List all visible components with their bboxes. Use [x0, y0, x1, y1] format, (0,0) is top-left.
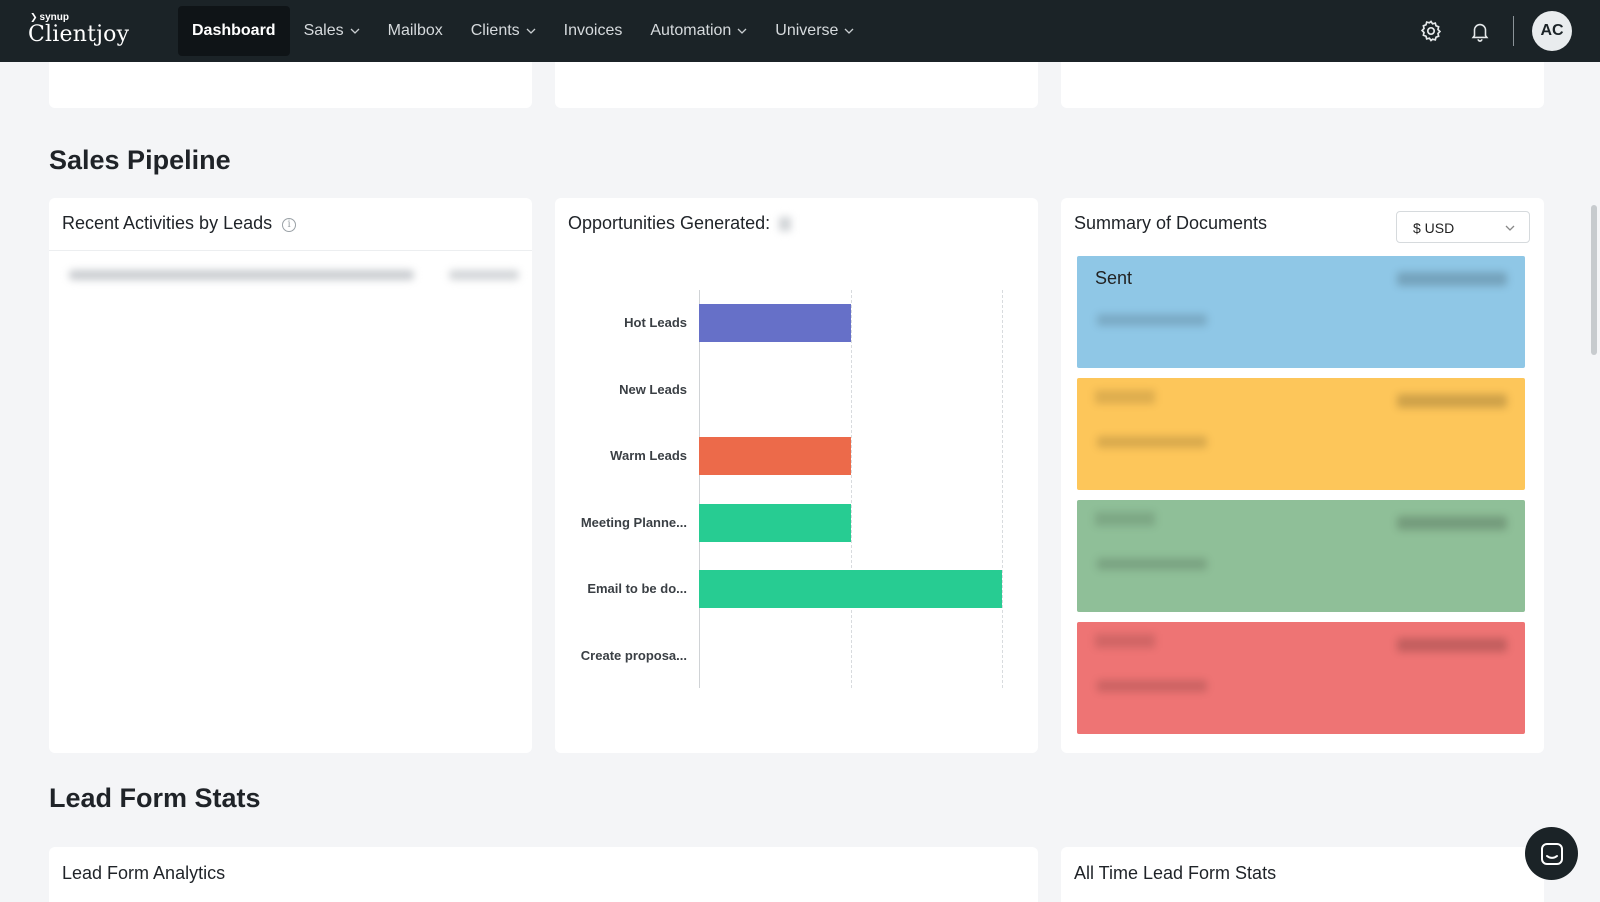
all-time-lead-stats-card: All Time Lead Form Stats: [1061, 847, 1544, 902]
chart-category-label: New Leads: [619, 381, 687, 397]
opportunities-card: Opportunities Generated:: [555, 198, 1038, 753]
nav-item-dashboard[interactable]: Dashboard: [178, 6, 290, 56]
currency-select[interactable]: $ USD: [1396, 211, 1530, 243]
document-amount-redacted: [1397, 394, 1507, 408]
document-status-label: [1095, 634, 1155, 648]
document-amount-redacted: [1397, 516, 1507, 530]
chart-category-label: Hot Leads: [624, 315, 687, 330]
top-navbar: ❯ synup Clientjoy Dashboard Sales Mailbox Cl…: [0, 0, 1600, 62]
top-card-2: [555, 62, 1038, 108]
chevron-down-icon: [526, 28, 536, 34]
document-count-redacted: [1097, 314, 1207, 326]
recent-activities-title-text: Recent Activities by Leads: [62, 213, 273, 233]
chart-bar[interactable]: [699, 304, 851, 342]
document-status-label: [1095, 390, 1155, 404]
chart-gridline: [850, 290, 852, 688]
document-count-redacted: [1097, 558, 1207, 570]
nav-item-label: Clients: [470, 22, 520, 39]
chart-gridline: [1002, 290, 1003, 688]
nav-item-invoices[interactable]: Invoices: [550, 6, 637, 56]
bell-icon: [1471, 23, 1489, 42]
nav-item-label: Invoices: [563, 22, 623, 39]
chart-category-label: Create proposa...: [580, 647, 687, 663]
nav-item-mailbox[interactable]: Mailbox: [374, 6, 457, 56]
chevron-down-icon: [350, 28, 360, 34]
notifications-button[interactable]: [1466, 17, 1494, 45]
nav-item-label: Automation: [650, 22, 732, 39]
opportunities-count-redacted: [779, 217, 792, 231]
chart-category-label: Warm Leads: [610, 448, 687, 463]
document-amount-redacted: [1397, 638, 1507, 652]
top-card-1: [49, 62, 532, 108]
nav-item-label: Dashboard: [192, 22, 276, 39]
top-card-3: [1061, 62, 1544, 108]
nav-item-label: Universe: [775, 22, 839, 39]
opportunities-title: Opportunities Generated:: [568, 213, 792, 234]
chart-bar[interactable]: [699, 570, 1002, 608]
gear-icon: [1420, 20, 1442, 42]
chevron-down-icon: [737, 28, 747, 34]
nav-divider: [1513, 16, 1514, 46]
opportunities-title-text: Opportunities Generated:: [568, 213, 771, 233]
avatar[interactable]: AC: [1532, 11, 1572, 51]
chevron-down-icon: [844, 28, 854, 34]
document-status-label: Sent: [1095, 268, 1133, 288]
document-count-redacted: [1097, 436, 1207, 448]
lead-form-analytics-card: Lead Form Analytics: [49, 847, 1038, 902]
nav-item-sales[interactable]: Sales: [290, 6, 374, 56]
currency-select-value: $ USD: [1413, 220, 1455, 236]
document-amount-redacted: [1397, 272, 1507, 286]
nav-item-universe[interactable]: Universe: [761, 6, 868, 56]
divider: [49, 250, 532, 251]
recent-activities-title: Recent Activities by Leads i: [62, 213, 297, 234]
chevron-down-icon: [1505, 225, 1515, 231]
activity-time-redacted: [449, 270, 519, 280]
chart-axis: [699, 290, 700, 688]
chart-category-label: Meeting Planne...: [580, 514, 687, 530]
chart-bar[interactable]: [699, 437, 851, 475]
chart-bar[interactable]: [699, 503, 851, 542]
page-scrollbar[interactable]: [1591, 205, 1597, 355]
document-summary-tile[interactable]: [1077, 378, 1525, 490]
sales-pipeline-heading: Sales Pipeline: [49, 145, 231, 175]
brand-logo[interactable]: ❯ synup Clientjoy: [28, 12, 129, 47]
lead-form-stats-heading: Lead Form Stats: [49, 783, 261, 813]
document-count-redacted: [1097, 680, 1207, 692]
nav-item-clients[interactable]: Clients: [457, 6, 550, 56]
chat-button[interactable]: [1525, 827, 1578, 880]
document-summary-tile[interactable]: [1077, 622, 1525, 734]
info-icon[interactable]: i: [282, 218, 297, 232]
document-summary-tile[interactable]: Sent: [1077, 256, 1525, 368]
nav-item-automation[interactable]: Automation: [636, 6, 761, 56]
main-nav: Dashboard Sales Mailbox Clients Invoices Auto…: [178, 6, 868, 56]
document-summary-tile[interactable]: [1077, 500, 1525, 612]
nav-item-label: Mailbox: [387, 22, 443, 39]
chart-category-label: Email to be do...: [587, 581, 687, 596]
all-time-lead-stats-title: All Time Lead Form Stats: [1074, 863, 1277, 883]
settings-button[interactable]: [1417, 17, 1445, 45]
document-status-label: [1095, 512, 1155, 526]
recent-activities-card: Recent Activities by Leads i: [49, 198, 532, 753]
brand-name: Clientjoy: [28, 22, 130, 47]
nav-item-label: Sales: [303, 22, 344, 39]
activity-row-redacted: [69, 270, 414, 280]
chat-icon: [1540, 842, 1563, 865]
summary-documents-title: Summary of Documents: [1074, 213, 1268, 233]
lead-form-analytics-title: Lead Form Analytics: [62, 863, 226, 883]
